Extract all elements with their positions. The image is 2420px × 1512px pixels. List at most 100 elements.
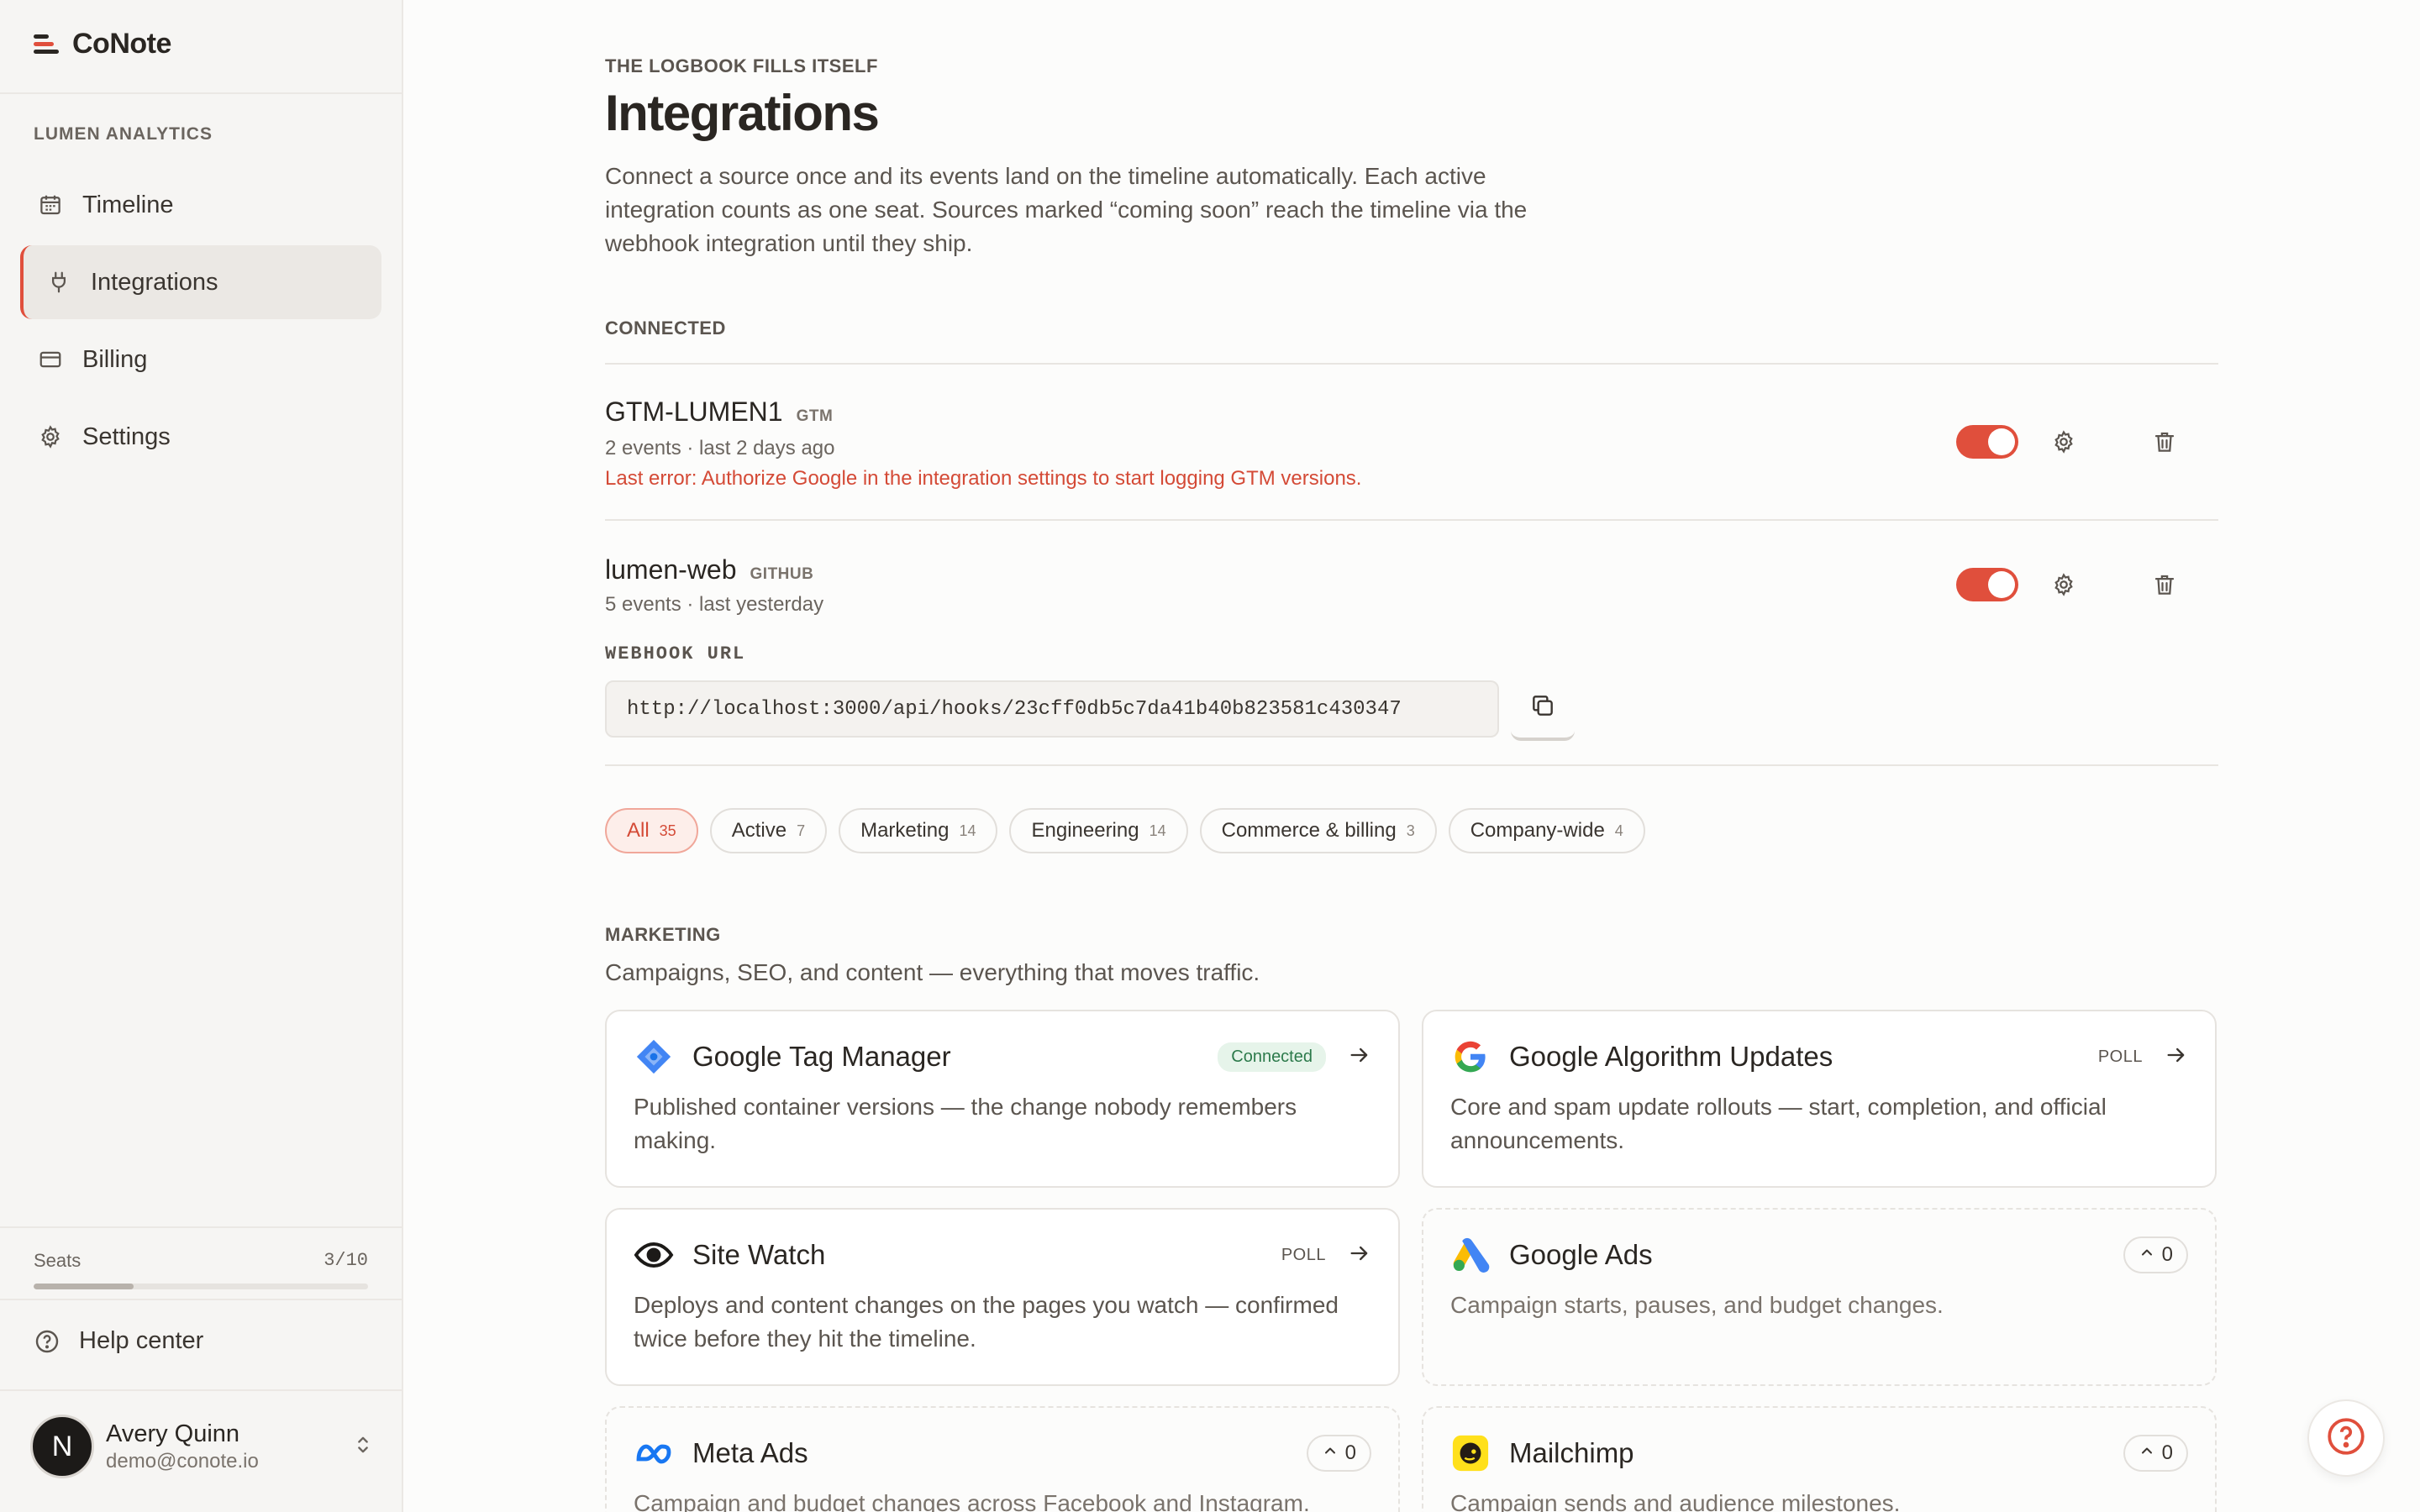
gear-icon[interactable] [2045, 566, 2082, 603]
integration-name: GTM-LUMEN1 GTM [605, 396, 833, 428]
card-title: Mailchimp [1509, 1437, 1634, 1468]
brand[interactable]: CoNote [34, 25, 171, 62]
copy-button[interactable] [1511, 677, 1575, 741]
page-eyebrow: THE LOGBOOK FILLS ITSELF [605, 55, 878, 76]
card-title: Site Watch [692, 1239, 826, 1270]
filter-count: 7 [797, 822, 806, 839]
page-title: Integrations [605, 85, 880, 141]
integration-card-meta-ads[interactable]: Meta Ads 0 Campaign and budget changes a… [605, 1406, 1400, 1512]
sidebar-item-timeline[interactable]: Timeline [20, 168, 381, 242]
integration-error: Last error: Authorize Google in the inte… [605, 467, 1362, 490]
credit-card-icon [37, 346, 64, 373]
filter-label: Engineering [1031, 819, 1139, 842]
filter-label: Marketing [860, 819, 950, 842]
integration-enabled-toggle[interactable] [1956, 568, 2018, 601]
integration-meta: 5 events · last yesterday [605, 593, 824, 616]
sidebar-divider [0, 1226, 402, 1228]
filter-count: 35 [659, 822, 676, 839]
webhook-url-field[interactable]: http://localhost:3000/api/hooks/23cff0db… [605, 680, 1499, 738]
plug-icon [45, 269, 72, 296]
chevron-up-icon [2139, 1441, 2155, 1465]
help-center-label: Help center [79, 1327, 204, 1354]
avatar: N [30, 1415, 94, 1478]
chevron-up-icon [2139, 1243, 2155, 1267]
user-name: Avery Quinn [106, 1420, 240, 1447]
filter-label: Active [731, 819, 787, 842]
upvote-count: 0 [2161, 1243, 2173, 1266]
integration-tag: GITHUB [750, 565, 814, 583]
gtm-icon [634, 1037, 674, 1077]
divider [605, 764, 2218, 766]
sidebar-item-integrations[interactable]: Integrations [20, 245, 381, 319]
arrow-right-icon[interactable] [2165, 1043, 2188, 1071]
integration-card-google-tag-manager[interactable]: Google Tag Manager Connected Published c… [605, 1010, 1400, 1188]
filter-all[interactable]: All 35 [605, 808, 698, 853]
card-title: Google Ads [1509, 1239, 1653, 1270]
divider [605, 519, 2218, 521]
filter-label: Commerce & billing [1221, 819, 1397, 842]
trash-icon[interactable] [2146, 423, 2183, 460]
connected-badge: Connected [1218, 1042, 1326, 1072]
marketing-section-subtitle: Campaigns, SEO, and content — everything… [605, 959, 1260, 985]
poll-badge: POLL [1281, 1245, 1326, 1264]
seats-progress-bar [34, 1284, 368, 1289]
sidebar-item-billing[interactable]: Billing [20, 323, 381, 396]
card-description: Deploys and content changes on the pages… [634, 1292, 1339, 1352]
upvote-count: 0 [2161, 1441, 2173, 1464]
integration-enabled-toggle[interactable] [1956, 425, 2018, 459]
seats-progress-fill [34, 1284, 134, 1289]
integration-card-google-algorithm-updates[interactable]: Google Algorithm Updates POLL Core and s… [1422, 1010, 2217, 1188]
user-menu[interactable]: N Avery Quinn demo@conote.io [30, 1415, 375, 1478]
card-title: Google Tag Manager [692, 1041, 951, 1072]
help-circle-icon [2325, 1415, 2367, 1462]
integration-title: lumen-web [605, 554, 737, 585]
integration-card-site-watch[interactable]: Site Watch POLL Deploys and content chan… [605, 1208, 1400, 1386]
filter-active[interactable]: Active 7 [709, 808, 828, 853]
sidebar-item-label: Timeline [82, 191, 174, 218]
help-fab-button[interactable] [2307, 1399, 2385, 1477]
trash-icon[interactable] [2146, 566, 2183, 603]
sidebar-item-label: Billing [82, 345, 148, 373]
sidebar-divider [0, 92, 402, 94]
filter-count: 4 [1614, 822, 1623, 839]
card-description: Campaign sends and audience milestones. [1450, 1490, 1901, 1512]
google-ads-icon [1450, 1235, 1491, 1275]
filter-count: 3 [1406, 822, 1415, 839]
card-title: Google Algorithm Updates [1509, 1041, 1833, 1072]
poll-badge: POLL [2097, 1047, 2143, 1066]
brand-name: CoNote [72, 27, 171, 60]
user-email: demo@conote.io [106, 1449, 259, 1473]
upvote-button[interactable]: 0 [2123, 1435, 2188, 1472]
filter-commerce-billing[interactable]: Commerce & billing 3 [1199, 808, 1437, 853]
google-icon [1450, 1037, 1491, 1077]
filter-engineering[interactable]: Engineering 14 [1009, 808, 1188, 853]
eye-icon [634, 1235, 674, 1275]
seats-meter: Seats 3/10 [34, 1250, 368, 1289]
filter-company-wide[interactable]: Company-wide 4 [1448, 808, 1645, 853]
sidebar-nav: Timeline Integrations Billing Settings [20, 168, 381, 477]
upvote-button[interactable]: 0 [1306, 1435, 1371, 1472]
integration-card-mailchimp[interactable]: Mailchimp 0 Campaign sends and audience … [1422, 1406, 2217, 1512]
filter-label: Company-wide [1470, 819, 1605, 842]
help-center-link[interactable]: Help center [34, 1327, 203, 1355]
card-description: Published container versions — the chang… [634, 1094, 1297, 1153]
arrow-right-icon[interactable] [1348, 1043, 1371, 1071]
integration-card-google-ads[interactable]: Google Ads 0 Campaign starts, pauses, an… [1422, 1208, 2217, 1386]
gear-icon[interactable] [2045, 423, 2082, 460]
filter-marketing[interactable]: Marketing 14 [839, 808, 998, 853]
filter-count: 14 [959, 822, 976, 839]
page-description: Connect a source once and its events lan… [605, 163, 1528, 256]
card-description: Campaign starts, pauses, and budget chan… [1450, 1292, 1944, 1318]
meta-icon [634, 1433, 674, 1473]
integration-name: lumen-web GITHUB [605, 554, 813, 585]
chevron-up-down-icon[interactable] [351, 1433, 375, 1461]
sidebar-item-settings[interactable]: Settings [20, 400, 381, 474]
seats-count: 3/10 [324, 1250, 368, 1271]
marketing-section-label: MARKETING [605, 924, 721, 945]
sidebar: CoNote LUMEN ANALYTICS Timeline Integrat… [0, 0, 403, 1512]
workspace-name: LUMEN ANALYTICS [34, 124, 213, 144]
mailchimp-icon [1450, 1433, 1491, 1473]
divider [605, 363, 2218, 365]
upvote-button[interactable]: 0 [2123, 1236, 2188, 1273]
arrow-right-icon[interactable] [1348, 1242, 1371, 1269]
